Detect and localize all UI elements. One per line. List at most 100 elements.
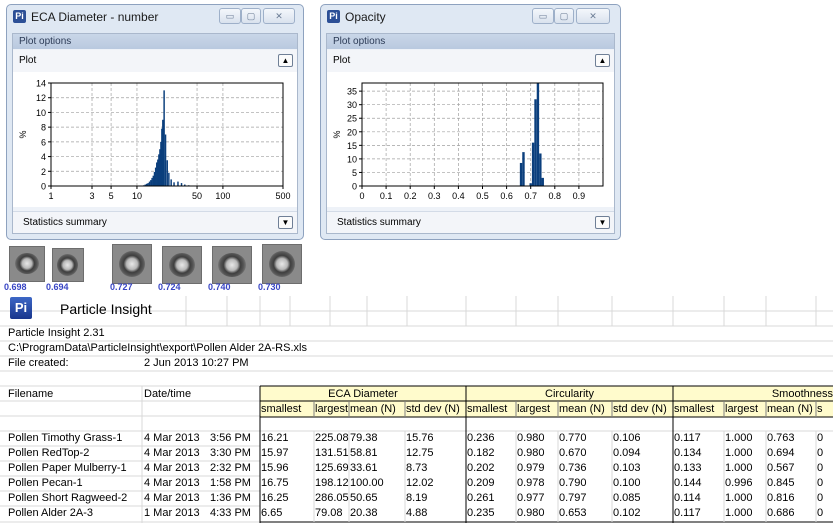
thumbnail-label: 0.694 [46,282,69,292]
row-filename: Pollen Alder 2A-3 [8,507,93,519]
x-tick-label: 3 [90,191,95,201]
column-subheader: smallest [674,403,715,415]
row-value: 0.763 [767,432,795,444]
ecd-window[interactable]: Pi ECA Diameter - number ▭ ▢ ✕ Plot opti… [6,4,304,240]
thumbnail-label: 0.724 [158,282,181,292]
close-button[interactable]: ✕ [263,8,295,24]
ecd-plot-area: 0 2 4 6 8 10 12 14 1 3 5 10 50 100 500% [13,72,297,207]
row-time: 1:58 PM [210,477,251,489]
row-value: 0 [817,447,824,459]
row-value: 0.978 [517,477,545,489]
minimize-button[interactable]: ▭ [532,8,554,24]
app-icon: Pi [327,10,340,23]
row-value: 33.61 [350,462,378,474]
y-tick-label: 12 [36,93,46,103]
row-value: 0.094 [613,447,641,459]
row-value: 0.236 [467,432,495,444]
x-tick-label: 0.4 [452,191,465,201]
row-time: 3:56 PM [210,432,251,444]
row-value: 15.97 [261,447,289,459]
particle-thumbnail[interactable] [262,244,302,284]
row-value: 1.000 [725,462,753,474]
histogram-bar [522,152,525,186]
row-value: 0.979 [517,462,545,474]
plot-options-menu[interactable]: Plot options [13,34,297,49]
ecd-window-title: ECA Diameter - number [31,10,159,24]
row-value: 131.51 [315,447,349,459]
row-value: 0.790 [559,477,587,489]
row-value: 0.117 [674,507,701,519]
opacity-window[interactable]: Pi Opacity ▭ ▢ ✕ Plot options Plot ▲ 0 5 1… [320,4,621,240]
row-value: 0.567 [767,462,795,474]
x-tick-label: 0.7 [524,191,537,201]
row-value: 58.81 [350,447,378,459]
expand-statistics-button[interactable]: ▼ [595,216,610,229]
row-value: 0.816 [767,492,795,504]
maximize-button[interactable]: ▢ [241,8,261,24]
ecd-histogram: 0 2 4 6 8 10 12 14 1 3 5 10 50 100 500% [18,79,291,202]
particle-thumbnail[interactable] [52,248,84,282]
opacity-plot-area: 0 5 10 15 20 25 30 35 0 0.1 0.2 0.3 0.4 0.5 0.6 0.7 0.8 0… [327,72,614,207]
collapse-plot-button[interactable]: ▲ [278,54,293,67]
row-value: 16.25 [261,492,289,504]
y-tick-label: 25 [347,114,357,124]
y-tick-label: 10 [347,154,357,164]
row-value: 6.65 [261,507,283,519]
particle-thumbnail[interactable] [212,246,252,284]
particle-thumbnail[interactable] [9,246,45,282]
y-tick-label: 35 [347,87,357,97]
row-value: 79.38 [350,432,378,444]
opacity-window-body: Plot options Plot ▲ 0 5 10 15 20 25 30 35 0 0.1 0.… [326,33,615,234]
y-tick-label: 20 [347,127,357,137]
row-value: 0.261 [467,492,495,504]
minimize-button[interactable]: ▭ [219,8,241,24]
row-value: 198.12 [315,477,349,489]
opacity-titlebar[interactable]: Pi Opacity ▭ ▢ ✕ [321,5,620,29]
row-filename: Pollen Paper Mulberry-1 [8,462,127,474]
row-date: 1 Mar 2013 [144,507,200,519]
particle-thumbnail[interactable] [112,244,152,284]
row-date: 4 Mar 2013 [144,492,200,504]
collapse-plot-button[interactable]: ▲ [595,54,610,67]
thumbnail-label: 0.740 [208,282,231,292]
logo-text: Particle Insight [60,301,152,317]
particle-thumbnail[interactable] [162,246,202,284]
row-value: 0.117 [674,432,701,444]
opacity-histogram: 0 5 10 15 20 25 30 35 0 0.1 0.2 0.3 0.4 0.5 0.6 0.7 0.8 0… [332,82,604,201]
row-value: 4.88 [406,507,428,519]
x-tick-label: 5 [109,191,114,201]
x-tick-label: 50 [192,191,202,201]
histogram-bar [163,90,165,186]
plot-options-menu[interactable]: Plot options [327,34,614,49]
plot-section-label: Plot [19,55,37,66]
row-value: 0 [817,492,824,504]
ecd-titlebar[interactable]: Pi ECA Diameter - number ▭ ▢ ✕ [7,5,303,29]
row-value: 1.000 [725,492,753,504]
close-button[interactable]: ✕ [576,8,610,24]
maximize-button[interactable]: ▢ [554,8,574,24]
logo-icon: Pi [10,297,32,319]
ecd-window-body: Plot options Plot ▲ 0 2 4 6 8 10 12 14 1 3 5 10 50 10… [12,33,298,234]
histogram-bar [539,153,542,186]
column-subheader: largest [315,403,349,415]
row-value: 1.000 [725,507,753,519]
expand-statistics-button[interactable]: ▼ [278,216,293,229]
x-tick-label: 0.6 [500,191,513,201]
row-date: 4 Mar 2013 [144,447,200,459]
thumbnail-label: 0.727 [110,282,133,292]
row-value: 0.670 [559,447,587,459]
app-icon: Pi [13,10,26,23]
row-value: 79.08 [315,507,343,519]
row-value: 0.980 [517,507,545,519]
row-value: 0.085 [613,492,641,504]
row-time: 1:36 PM [210,492,251,504]
row-value: 0 [817,477,824,489]
x-tick-label: 0.3 [428,191,441,201]
row-value: 16.21 [261,432,289,444]
y-tick-label: 10 [36,108,46,118]
row-date: 4 Mar 2013 [144,462,200,474]
row-value: 0.996 [725,477,753,489]
row-value: 0.653 [559,507,587,519]
row-value: 1.000 [725,432,753,444]
row-value: 0.694 [767,447,795,459]
